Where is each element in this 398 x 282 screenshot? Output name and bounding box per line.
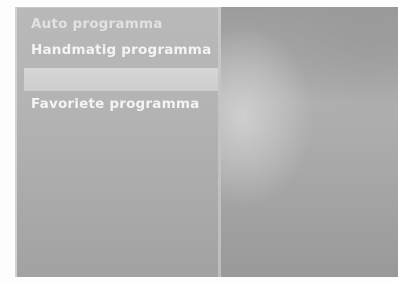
menu-item-selected-highlight[interactable]	[24, 68, 220, 91]
menu-item-favoriete-programma[interactable]: Favoriete programma	[31, 96, 199, 112]
menu-item-handmatig-programma[interactable]: Handmatig programma	[31, 42, 211, 58]
menu-item-auto-programma[interactable]: Auto programma	[31, 16, 163, 32]
tv-menu-screen: Auto programma Handmatig programma Favor…	[0, 0, 398, 282]
preview-area	[221, 7, 398, 277]
program-menu-panel: Auto programma Handmatig programma Favor…	[15, 7, 220, 277]
